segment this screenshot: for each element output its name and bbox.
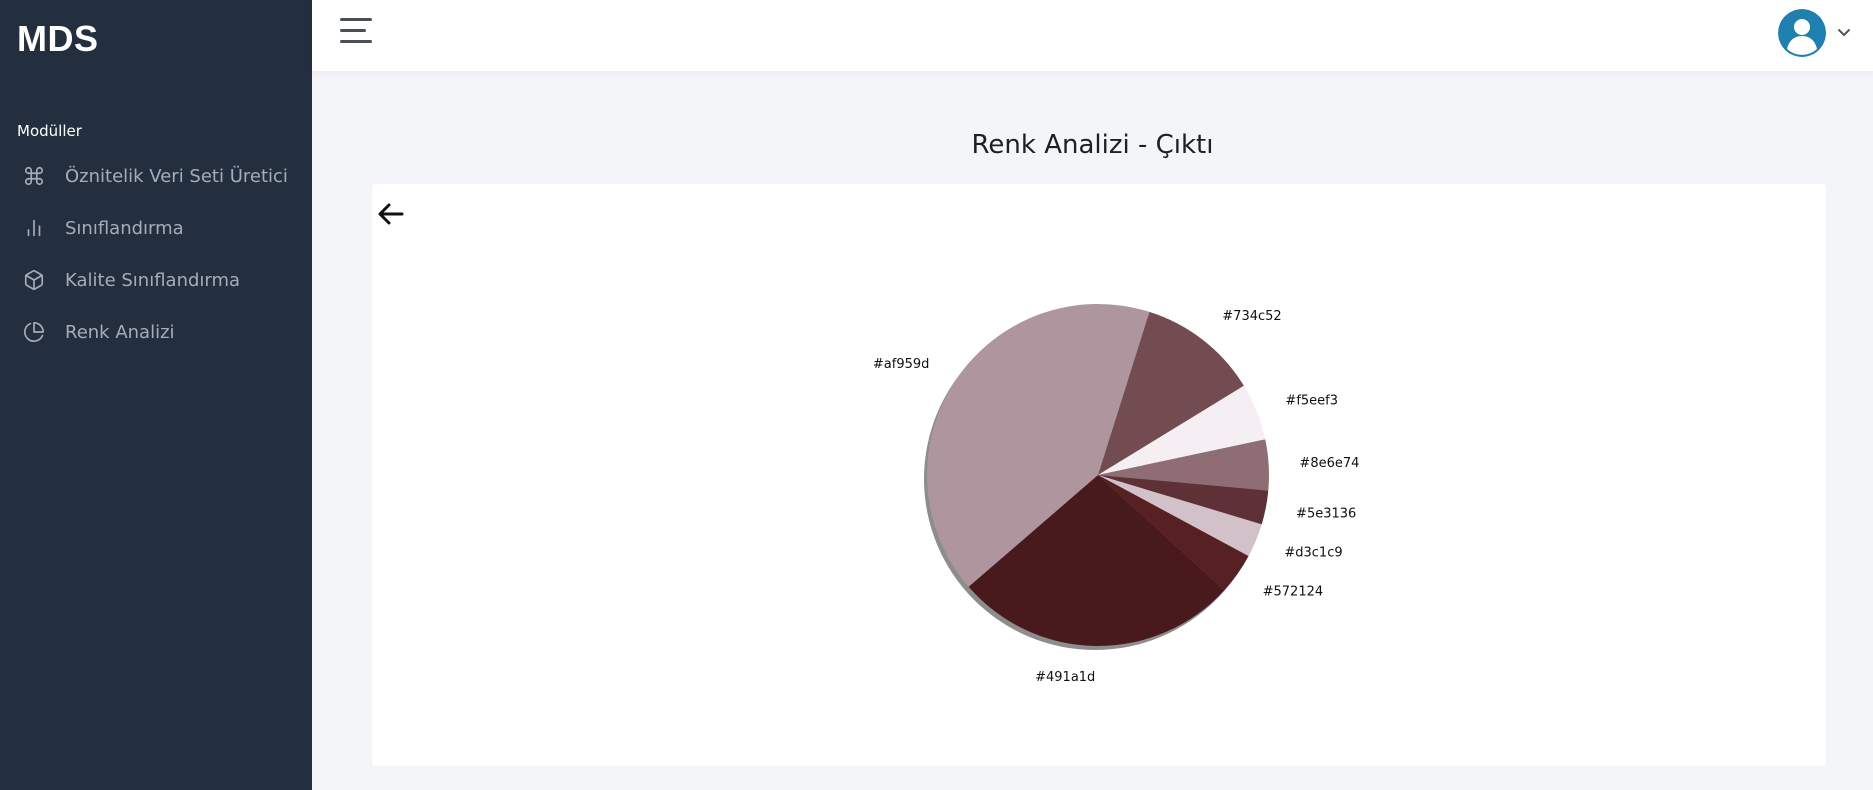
box-icon <box>22 268 46 292</box>
pie-chart-icon <box>22 320 46 344</box>
sidebar-item-label: Renk Analizi <box>65 321 175 343</box>
brand-logo[interactable]: MDS <box>17 18 99 60</box>
sidebar-item-label: Sınıflandırma <box>65 217 184 239</box>
pie-slice-label: #8e6e74 <box>1299 456 1359 471</box>
pie-slice-label: #734c52 <box>1222 309 1281 324</box>
sidebar-item-label: Öznitelik Veri Seti Üretici <box>65 165 288 187</box>
page-title: Renk Analizi - Çıktı <box>971 130 1214 160</box>
sidebar-item-classification[interactable]: Sınıflandırma <box>0 202 312 254</box>
command-icon <box>22 164 46 188</box>
pie-chart: #734c52 #f5eef3 #8e6e74 #5e3136 #d3c1c9 #5721… <box>873 303 1359 685</box>
pie-slice-label: #572124 <box>1263 585 1324 600</box>
sidebar-item-label: Kalite Sınıflandırma <box>65 269 241 291</box>
sidebar-item-feature-dataset[interactable]: Öznitelik Veri Seti Üretici <box>0 150 312 202</box>
sidebar-nav: Öznitelik Veri Seti Üretici Sınıflandırm… <box>0 150 312 358</box>
pie-slice-label: #5e3136 <box>1296 507 1356 522</box>
pie-slice-label: #f5eef3 <box>1285 393 1338 408</box>
hamburger-menu-icon[interactable] <box>340 18 372 46</box>
sidebar: MDS Modüller Öznitelik Veri Seti Üretici… <box>0 0 312 790</box>
chevron-down-icon[interactable] <box>1834 22 1854 42</box>
chart-card: #734c52 #f5eef3 #8e6e74 #5e3136 #d3c1c9 #5721… <box>372 184 1826 766</box>
bar-chart-icon <box>22 216 46 240</box>
section-label-modules: Modüller <box>17 122 82 140</box>
user-avatar-icon[interactable] <box>1778 9 1826 57</box>
pie-slice-label: #d3c1c9 <box>1284 545 1342 560</box>
pie-slice-label: #491a1d <box>1035 670 1095 685</box>
top-bar <box>312 0 1873 71</box>
sidebar-item-color-analysis[interactable]: Renk Analizi <box>0 306 312 358</box>
sidebar-item-quality-classification[interactable]: Kalite Sınıflandırma <box>0 254 312 306</box>
pie-slice-label: #af959d <box>873 357 930 372</box>
